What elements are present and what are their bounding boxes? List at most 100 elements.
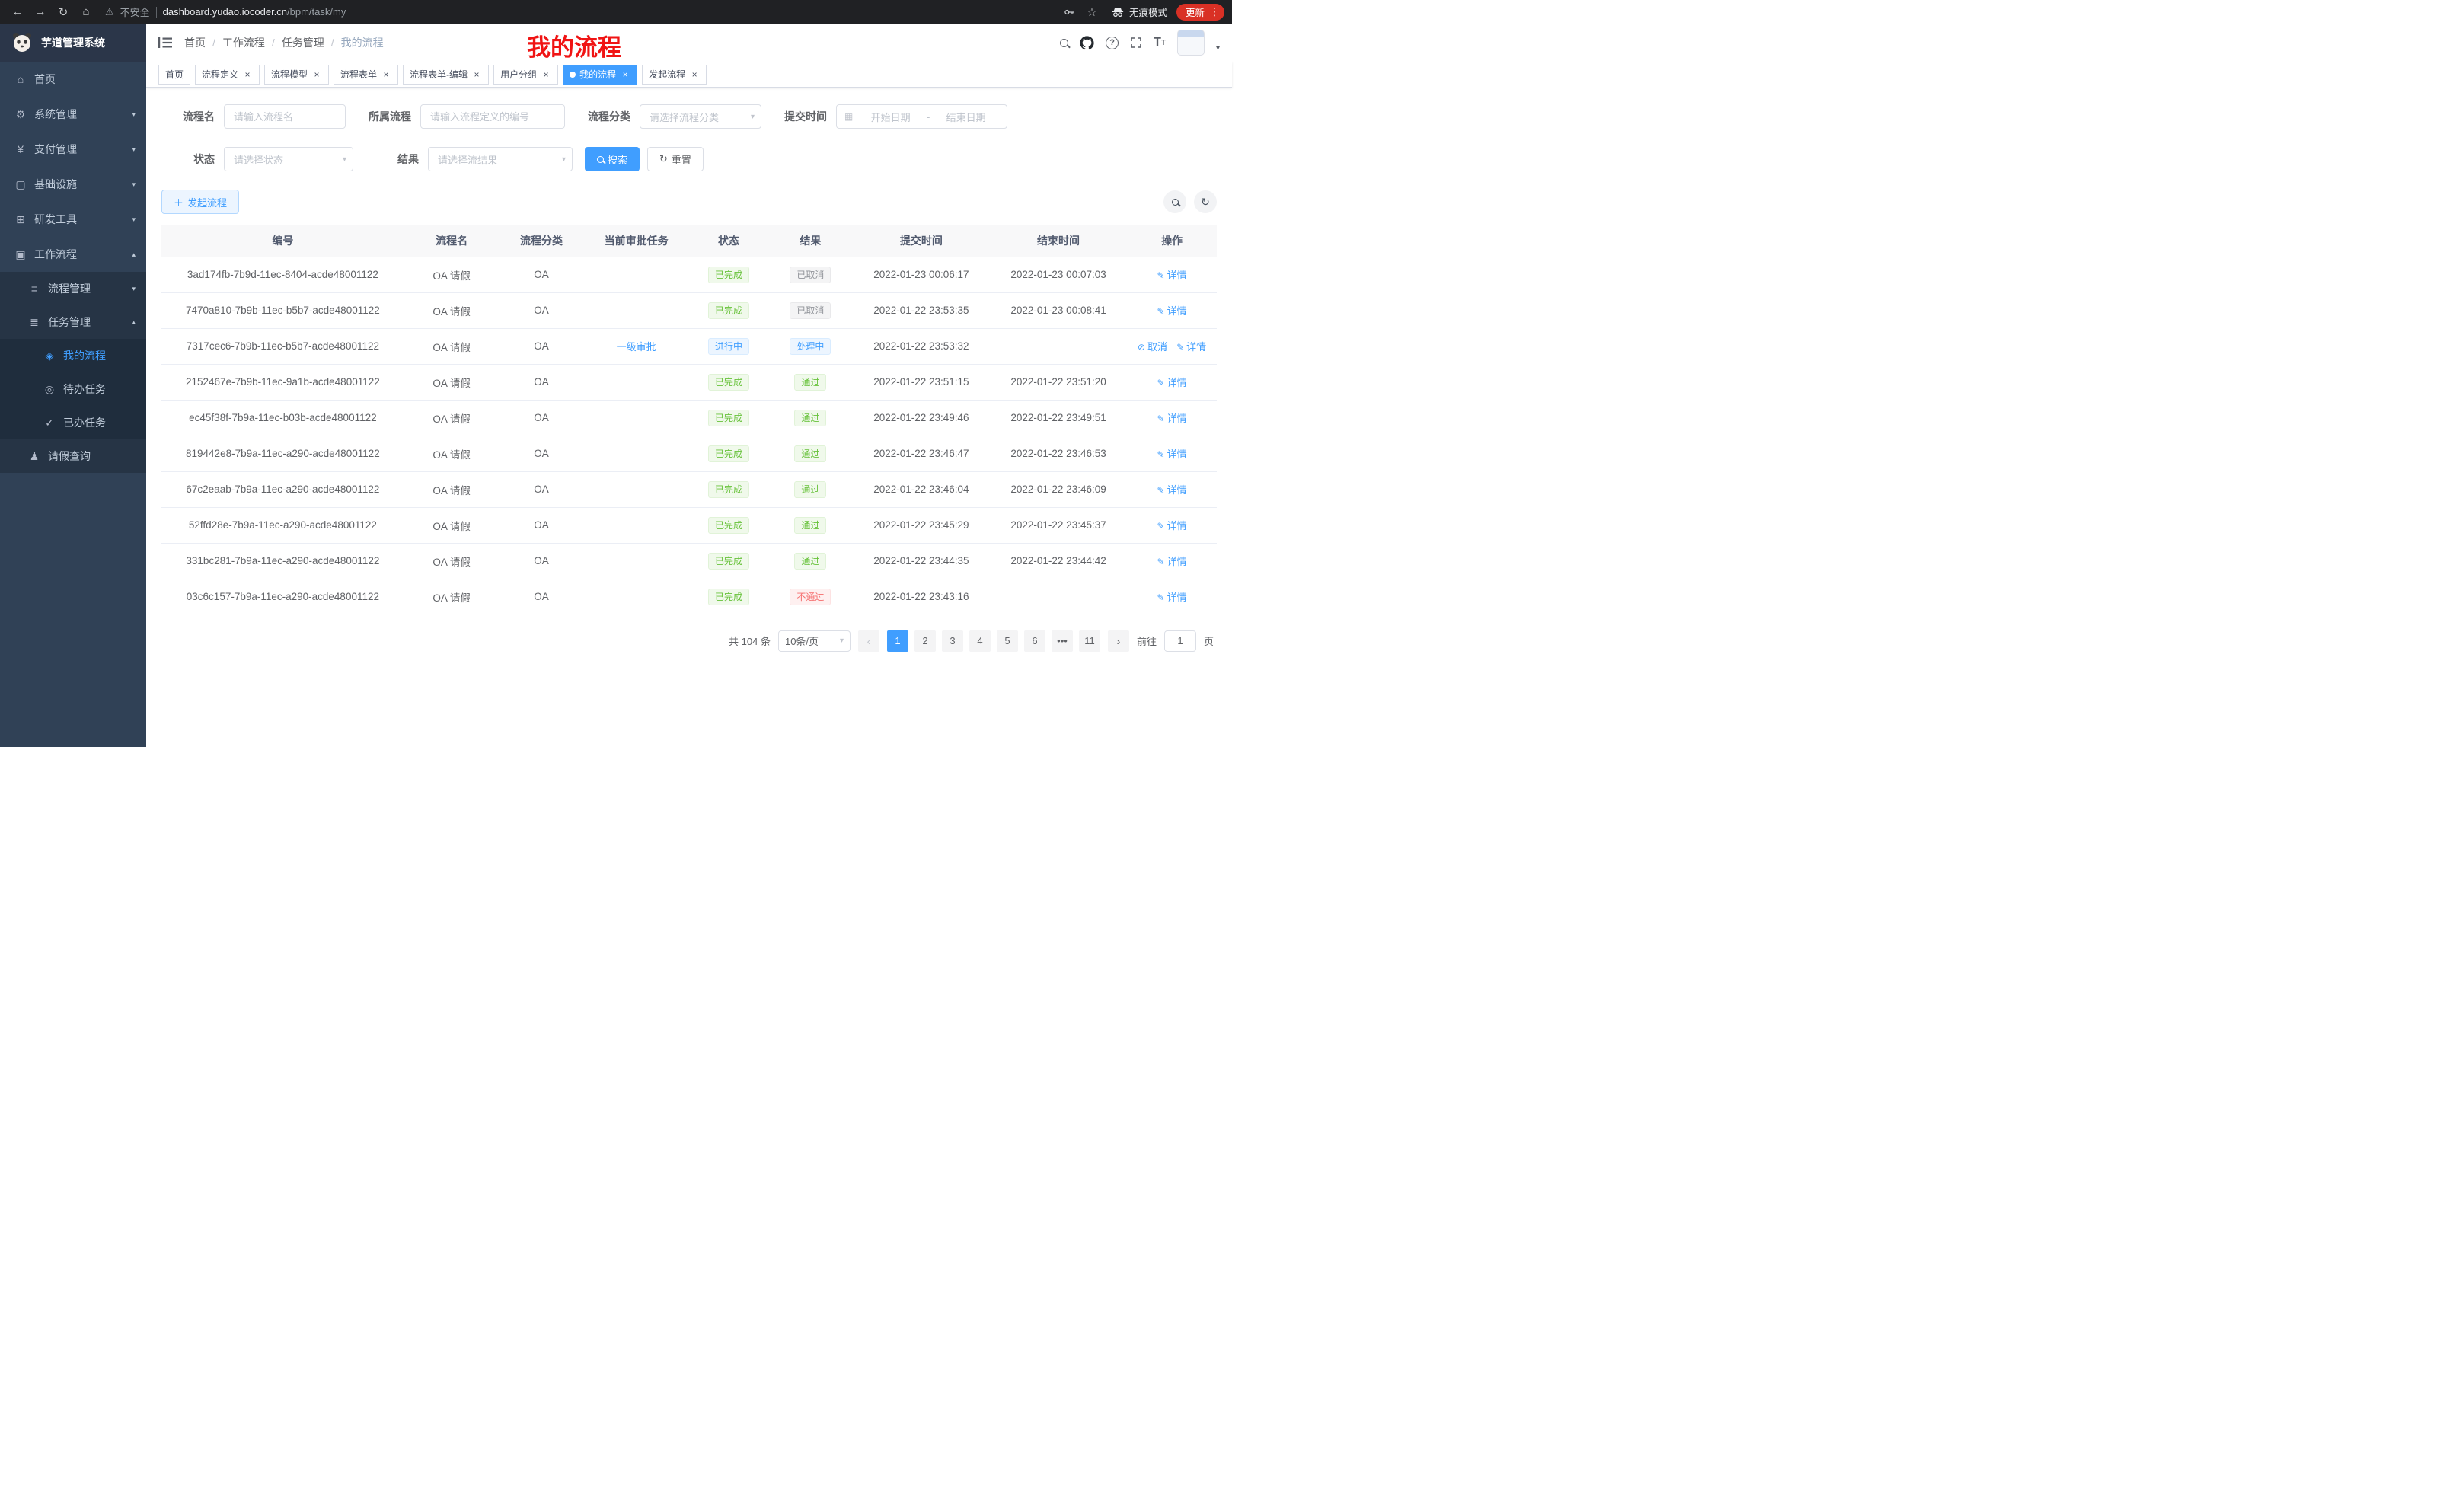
tab-process-form-edit[interactable]: 流程表单-编辑 × [403, 65, 489, 85]
sidebar-item-leave-query[interactable]: ♟ 请假查询 [0, 439, 146, 473]
fullscreen-icon[interactable] [1130, 37, 1142, 49]
breadcrumb-separator: / [272, 37, 275, 49]
refresh-table-button[interactable]: ↻ [1194, 190, 1217, 213]
update-button[interactable]: 更新 ⋮ [1176, 4, 1224, 21]
page-size-select[interactable]: 10条/页 ▾ [778, 630, 851, 652]
reload-icon[interactable]: ↻ [53, 2, 73, 22]
detail-link[interactable]: ✎详情 [1157, 484, 1187, 496]
search-icon[interactable] [1060, 39, 1068, 47]
edit-icon: ✎ [1157, 592, 1165, 603]
detail-link[interactable]: ✎详情 [1157, 377, 1187, 388]
close-icon[interactable]: × [689, 69, 700, 80]
pager-page-button[interactable]: 5 [997, 630, 1018, 652]
cell-category: OA [500, 436, 584, 471]
status-select[interactable]: 请选择状态 ▾ [224, 147, 353, 171]
status-tag: 已完成 [708, 589, 749, 605]
sidebar-item-workflow[interactable]: ▣ 工作流程 ▴ [0, 237, 146, 272]
tab-process-form[interactable]: 流程表单 × [334, 65, 398, 85]
breadcrumb: 首页/工作流程/任务管理/我的流程 [184, 35, 384, 50]
chevron-down-icon: ▾ [132, 285, 136, 293]
detail-link[interactable]: ✎详情 [1176, 341, 1206, 353]
pager-page-button[interactable]: 11 [1079, 630, 1100, 652]
back-icon[interactable]: ← [8, 2, 27, 22]
incognito-icon [1111, 7, 1125, 18]
close-icon[interactable]: × [242, 69, 253, 80]
navbar-actions: ? TT ▾ [1060, 30, 1220, 56]
reset-button[interactable]: ↻ 重置 [647, 147, 704, 171]
close-icon[interactable]: × [471, 69, 482, 80]
tab-process-model[interactable]: 流程模型 × [264, 65, 329, 85]
goto-page-input[interactable] [1164, 630, 1196, 652]
prev-page-button[interactable]: ‹ [858, 630, 879, 652]
detail-link[interactable]: ✎详情 [1157, 520, 1187, 532]
kebab-menu-icon[interactable]: ⋮ [1209, 5, 1220, 18]
forward-icon[interactable]: → [30, 2, 50, 22]
sidebar-item-payment[interactable]: ¥ 支付管理 ▾ [0, 132, 146, 167]
sidebar-item-system[interactable]: ⚙ 系统管理 ▾ [0, 97, 146, 132]
help-icon[interactable]: ? [1106, 37, 1119, 49]
pager-page-active[interactable]: 1 [887, 630, 908, 652]
status-tag: 已完成 [708, 445, 749, 462]
breadcrumb-item[interactable]: 首页 [184, 35, 206, 50]
key-icon[interactable] [1059, 2, 1079, 22]
detail-link[interactable]: ✎详情 [1157, 449, 1187, 460]
menu-item-label: 我的流程 [63, 348, 137, 363]
next-page-button[interactable]: › [1108, 630, 1129, 652]
breadcrumb-item[interactable]: 任务管理 [282, 35, 324, 50]
process-name-input[interactable] [224, 104, 346, 129]
detail-link[interactable]: ✎详情 [1157, 270, 1187, 281]
sidebar-item-todo-task[interactable]: ◎ 待办任务 [0, 372, 146, 406]
close-icon[interactable]: × [311, 69, 322, 80]
browser-home-icon[interactable]: ⌂ [76, 2, 96, 22]
result-tag: 不通过 [790, 589, 831, 605]
security-label[interactable]: 不安全 [120, 5, 150, 19]
breadcrumb-item[interactable]: 工作流程 [222, 35, 265, 50]
cell-end-time [990, 579, 1127, 615]
pager-page-button[interactable]: 2 [914, 630, 936, 652]
close-icon[interactable]: × [620, 69, 630, 80]
font-size-icon[interactable]: TT [1154, 36, 1166, 49]
close-icon[interactable]: × [381, 69, 391, 80]
sidebar-item-devtools[interactable]: ⊞ 研发工具 ▾ [0, 202, 146, 237]
category-select[interactable]: 请选择流程分类 ▾ [640, 104, 761, 129]
search-toggle-button[interactable] [1163, 190, 1186, 213]
tab-my-process[interactable]: 我的流程 × [563, 65, 637, 85]
address-bar[interactable]: ⚠ 不安全 dashboard.yudao.iocoder.cn/bpm/tas… [105, 5, 1056, 19]
result-select[interactable]: 请选择流结果 ▾ [428, 147, 573, 171]
cancel-link[interactable]: ⊘取消 [1138, 341, 1167, 353]
tab-start-process[interactable]: 发起流程 × [642, 65, 707, 85]
tab-process-definition[interactable]: 流程定义 × [195, 65, 260, 85]
cell-submit-time: 2022-01-22 23:46:04 [853, 471, 990, 507]
pager-more-button[interactable]: ••• [1052, 630, 1073, 652]
sidebar-item-infrastructure[interactable]: ▢ 基础设施 ▾ [0, 167, 146, 202]
detail-link[interactable]: ✎详情 [1157, 305, 1187, 317]
github-icon[interactable] [1080, 36, 1094, 50]
chevron-down-icon[interactable]: ▾ [1216, 44, 1220, 53]
cell-actions: ✎详情 [1127, 579, 1217, 615]
search-button[interactable]: 搜索 [585, 147, 640, 171]
process-definition-input[interactable] [420, 104, 565, 129]
menu-fold-icon[interactable] [146, 24, 184, 62]
tab-home[interactable]: 首页 [158, 65, 190, 85]
avatar[interactable] [1177, 30, 1205, 56]
close-icon[interactable]: × [541, 69, 551, 80]
sidebar-item-task-management[interactable]: ≣ 任务管理 ▴ [0, 305, 146, 339]
current-task-link[interactable]: 一级审批 [617, 341, 656, 353]
pager-page-button[interactable]: 3 [942, 630, 963, 652]
detail-link[interactable]: ✎详情 [1157, 592, 1187, 603]
sidebar-item-my-process[interactable]: ◈ 我的流程 [0, 339, 146, 372]
app-logo[interactable]: 芋道管理系统 [0, 24, 146, 62]
sidebar-item-done-task[interactable]: ✓ 已办任务 [0, 406, 146, 439]
sidebar-item-process-management[interactable]: ≡ 流程管理 ▾ [0, 272, 146, 305]
bookmark-star-icon[interactable]: ☆ [1082, 2, 1102, 22]
detail-link[interactable]: ✎详情 [1157, 413, 1187, 424]
pager-page-button[interactable]: 6 [1024, 630, 1045, 652]
date-range-picker[interactable]: ▦ 开始日期 - 结束日期 [836, 104, 1007, 129]
detail-link[interactable]: ✎详情 [1157, 556, 1187, 567]
filter-label-definition: 所属流程 [358, 109, 411, 124]
create-process-button[interactable]: ＋ 发起流程 [161, 190, 239, 214]
sidebar-item-home[interactable]: ⌂ 首页 [0, 62, 146, 97]
pager-page-button[interactable]: 4 [969, 630, 991, 652]
cell-end-time: 2022-01-22 23:46:09 [990, 471, 1127, 507]
tab-user-group[interactable]: 用户分组 × [493, 65, 558, 85]
